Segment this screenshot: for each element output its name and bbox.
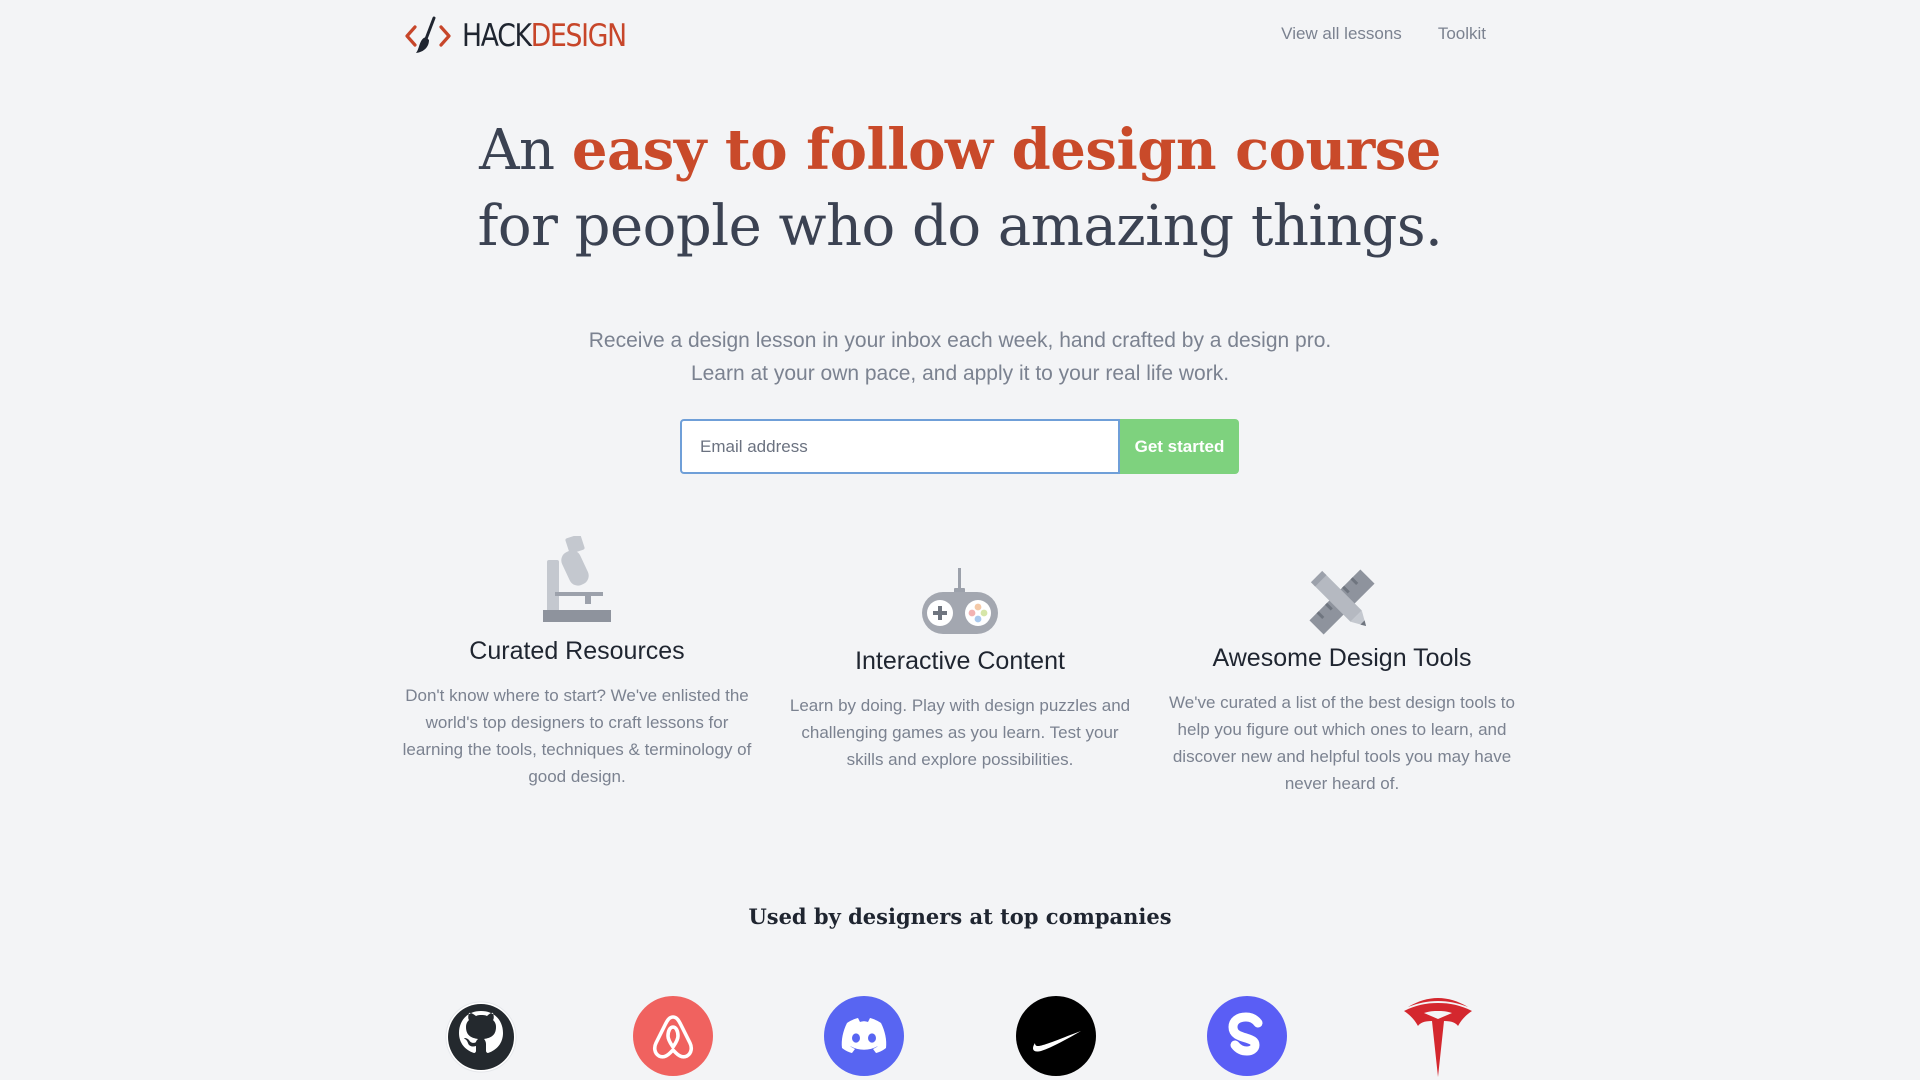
nike-logo bbox=[1016, 996, 1096, 1076]
code-brush-icon bbox=[405, 16, 451, 53]
hero-line-2: for people who do amazing things. bbox=[477, 194, 1443, 259]
skillshare-logo bbox=[1207, 996, 1287, 1076]
feature-description: Learn by doing. Play with design puzzles… bbox=[789, 696, 1131, 769]
hero-subtitle: Receive a design lesson in your inbox ea… bbox=[0, 324, 1920, 390]
hero-prefix: An bbox=[479, 118, 572, 183]
logo-design-text: DESIGN bbox=[530, 18, 627, 54]
discord-logo bbox=[824, 996, 904, 1076]
nav-view-all-lessons[interactable]: View all lessons bbox=[1281, 24, 1402, 44]
top-nav: View all lessons Toolkit bbox=[1281, 24, 1486, 44]
github-logo bbox=[445, 1001, 517, 1073]
subtitle-line-1: Receive a design lesson in your inbox ea… bbox=[588, 329, 1332, 352]
hero-accent: easy to follow design course bbox=[571, 117, 1442, 183]
nav-toolkit[interactable]: Toolkit bbox=[1438, 24, 1486, 44]
feature-awesome-design-tools: Awesome Design Tools We've curated a lis… bbox=[1162, 568, 1522, 797]
feature-title: Awesome Design Tools bbox=[1212, 644, 1472, 672]
gamepad-icon bbox=[922, 568, 998, 634]
signup-form: Get started bbox=[680, 419, 1239, 474]
feature-description: We've curated a list of the best design … bbox=[1169, 693, 1515, 793]
company-logos bbox=[0, 995, 1920, 1080]
feature-interactive-content: Interactive Content Learn by doing. Play… bbox=[780, 568, 1140, 773]
feature-title: Interactive Content bbox=[855, 647, 1065, 675]
get-started-button[interactable]: Get started bbox=[1120, 419, 1239, 474]
header: HACKDESIGN View all lessons Toolkit bbox=[0, 0, 1920, 76]
email-input[interactable] bbox=[680, 419, 1120, 474]
hero-headline: An easy to follow design course for peop… bbox=[0, 112, 1920, 265]
feature-description: Don't know where to start? We've enliste… bbox=[402, 686, 752, 786]
feature-curated-resources: Curated Resources Don't know where to st… bbox=[397, 536, 757, 790]
feature-title: Curated Resources bbox=[469, 637, 685, 665]
ruler-pencil-icon bbox=[1309, 569, 1375, 635]
companies-heading: Used by designers at top companies bbox=[748, 904, 1172, 929]
subtitle-line-2: Learn at your own pace, and apply it to … bbox=[690, 362, 1230, 385]
hackdesign-logo[interactable]: HACKDESIGN bbox=[404, 16, 652, 56]
microscope-icon bbox=[543, 536, 611, 622]
hero-line-1: An easy to follow design course bbox=[0, 112, 1920, 189]
tesla-logo bbox=[1404, 998, 1472, 1077]
airbnb-logo bbox=[633, 996, 713, 1076]
logo-hack-text: HACK bbox=[462, 18, 532, 54]
